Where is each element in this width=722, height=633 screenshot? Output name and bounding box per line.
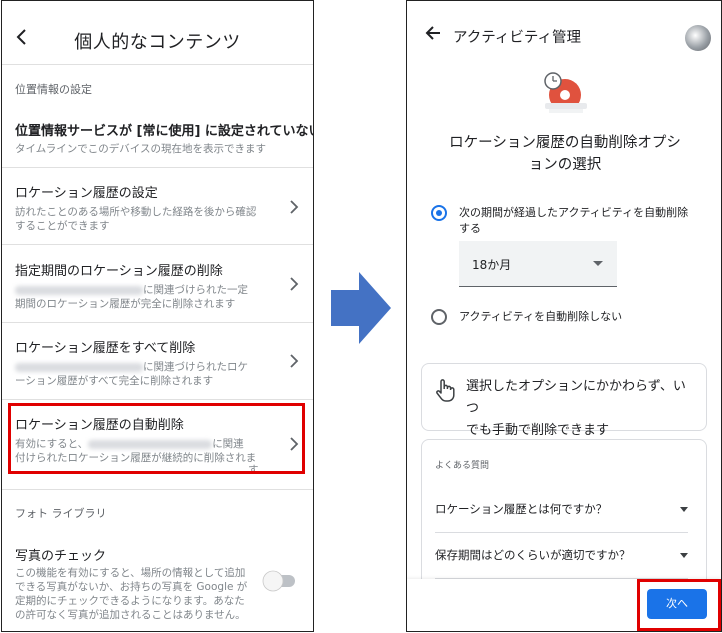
chevron-right-icon xyxy=(290,354,299,368)
divider xyxy=(2,244,313,245)
radio-no-auto-delete[interactable] xyxy=(431,309,447,325)
item-title: ロケーション履歴をすべて削除 xyxy=(15,341,196,356)
dialog-heading: ロケーション履歴の自動削除オプシ ョンの選択 xyxy=(449,135,681,173)
item-title: 写真のチェック xyxy=(15,549,107,564)
item-subtitle: 定期的にチェックできるようになります。あなた xyxy=(15,595,245,607)
expand-caret-icon xyxy=(680,507,688,512)
item-subtitle: に関連づけられたロケ xyxy=(15,360,248,374)
period-select[interactable]: 18か月 xyxy=(459,241,617,287)
divider xyxy=(2,322,313,323)
avatar[interactable] xyxy=(685,25,711,51)
item-subtitle: できる写真がないか、お持ちの写真を Google が xyxy=(15,581,248,593)
photo-check-toggle[interactable] xyxy=(261,569,299,593)
expand-caret-icon xyxy=(680,553,688,558)
highlight-box xyxy=(637,579,721,631)
period-select-value: 18か月 xyxy=(472,258,512,272)
info-card: 選択したオプションにかかわらず、いつ でも手動で削除できます xyxy=(421,363,707,438)
right-arrow-icon xyxy=(331,272,391,344)
item-subtitle: の許可なく写真が追加されることはありません。 xyxy=(15,609,246,621)
redacted-email xyxy=(15,362,143,372)
section-label-photo: フォト ライブラリ xyxy=(15,507,107,520)
divider xyxy=(2,64,313,65)
divider xyxy=(2,489,313,490)
left-header: 個人的なコンテンツ xyxy=(2,1,313,65)
right-screen: アクティビティ管理 ロケーション履歴の自動削除オプシ ョンの選択 次の期間が経過… xyxy=(406,0,722,632)
option-auto-delete-label: 次の期間が経過したアクティビティを自動削除 する xyxy=(459,206,689,235)
option-no-auto-delete-label: アクティビティを自動削除しない xyxy=(459,310,623,323)
divider xyxy=(2,167,313,168)
item-title: 位置情報サービスが [常に使用] に設定されていない xyxy=(15,124,314,139)
info-text: 選択したオプションにかかわらず、いつ でも手動で削除できます xyxy=(466,379,686,438)
faq-label: よくある質問 xyxy=(435,461,490,471)
radio-auto-delete[interactable] xyxy=(431,205,447,221)
item-subtitle: タイムラインでこのデバイスの現在地を表示できます xyxy=(15,143,266,155)
page-title: 個人的なコンテンツ xyxy=(74,32,241,53)
item-title: ロケーション履歴の設定 xyxy=(15,186,158,201)
chevron-right-icon xyxy=(290,277,299,291)
back-arrow-icon[interactable] xyxy=(425,25,441,41)
item-subtitle: この機能を有効にすると、場所の情報として追加 xyxy=(15,567,246,579)
item-subtitle: することができます xyxy=(15,220,110,232)
item-title: 指定期間のロケーション履歴の削除 xyxy=(15,264,223,279)
item-subtitle: 訪れたことのある場所や移動した経路を後から確認 xyxy=(15,206,257,218)
item-subtitle: ーション履歴がすべて完全に削除されます xyxy=(15,375,214,387)
item-subtitle: 期間のロケーション履歴が完全に削除されます xyxy=(15,298,236,310)
left-screen: 個人的なコンテンツ 位置情報の設定 位置情報サービスが [常に使用] に設定され… xyxy=(1,0,314,632)
page-title: アクティビティ管理 xyxy=(453,30,582,46)
divider xyxy=(435,532,688,533)
redacted-email xyxy=(15,285,143,295)
highlight-box xyxy=(8,403,305,474)
item-subtitle: に関連づけられた一定 xyxy=(15,283,248,297)
auto-delete-illustration-icon xyxy=(544,72,587,113)
divider xyxy=(2,399,313,400)
faq-question: 保存期間はどのくらいが適切ですか？ xyxy=(435,548,631,562)
dropdown-caret-icon xyxy=(593,261,603,266)
touch-hand-icon xyxy=(436,379,455,402)
faq-question: ロケーション履歴とは何ですか？ xyxy=(435,502,608,516)
section-label-location: 位置情報の設定 xyxy=(15,83,92,96)
chevron-right-icon xyxy=(290,200,299,214)
